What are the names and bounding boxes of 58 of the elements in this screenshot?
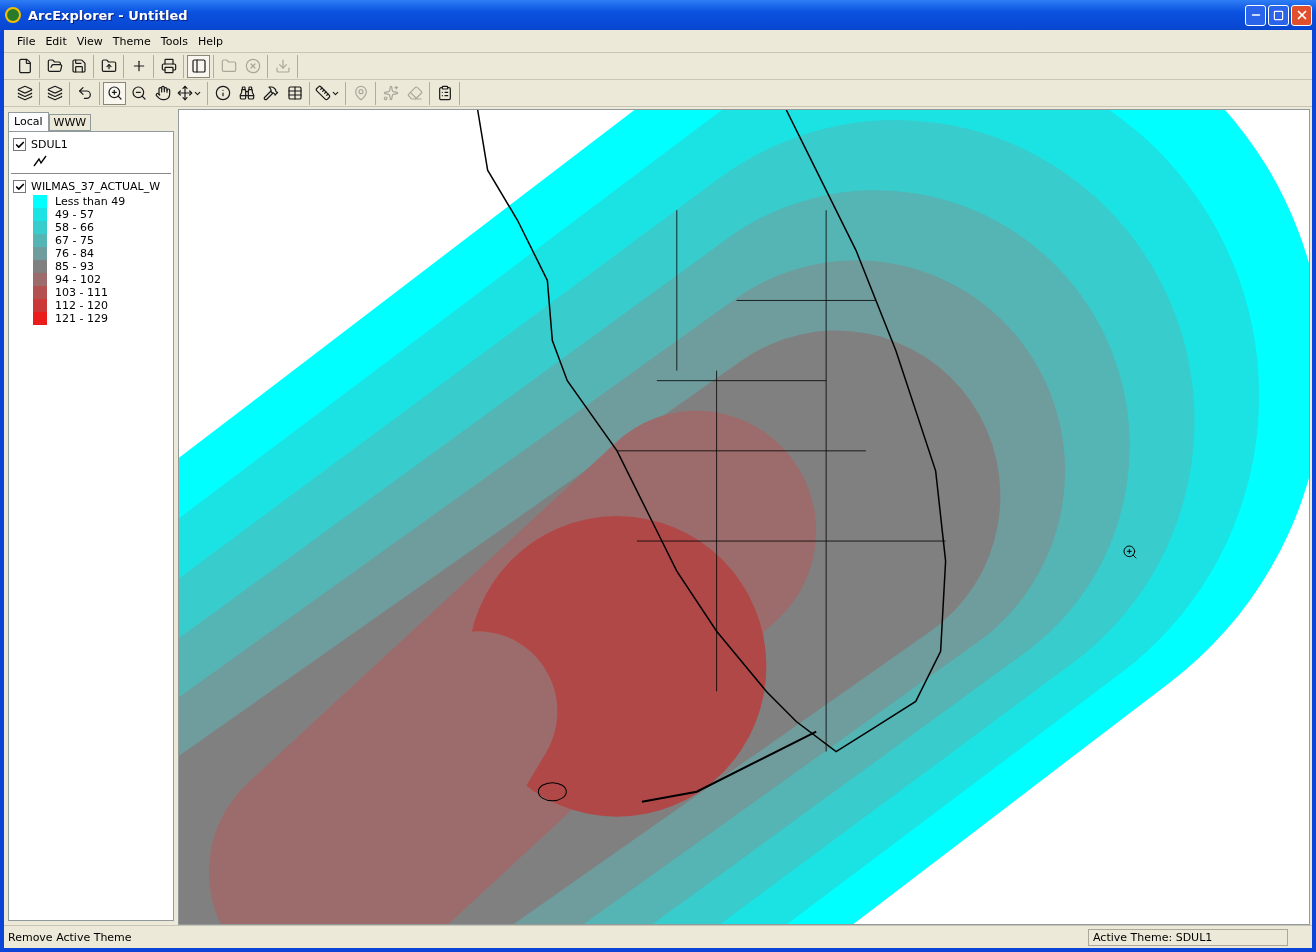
zoom-in-icon [106, 85, 123, 101]
layers-icon [16, 85, 33, 101]
sparkles-icon [382, 85, 399, 101]
folder-up-icon [100, 58, 117, 74]
panel-icon [190, 58, 207, 74]
legend-label: 76 - 84 [55, 247, 94, 260]
globe-icon [4, 6, 22, 24]
minimize-button[interactable] [1245, 4, 1266, 26]
hand-icon [154, 85, 171, 101]
print-icon [160, 58, 177, 74]
menu-item[interactable]: Theme [107, 32, 156, 50]
layers-icon [46, 85, 63, 101]
layer-checkbox[interactable] [13, 138, 26, 151]
menu-item[interactable]: Edit [40, 32, 72, 50]
move-icon [177, 85, 193, 101]
maximize-icon [1273, 9, 1284, 21]
open-folder-icon [46, 58, 63, 74]
line-symbol-icon [33, 155, 47, 167]
zoom-cursor-icon [1122, 544, 1138, 560]
status-message: Remove Active Theme [8, 930, 133, 944]
window-title: ArcExplorer - Untitled [28, 7, 189, 23]
clipboard-icon [436, 85, 453, 101]
legend-label: 121 - 129 [55, 312, 108, 325]
info-icon [214, 85, 231, 101]
layer-checkbox[interactable] [13, 180, 26, 193]
layer-name: WILMAS_37_ACTUAL_W [31, 180, 161, 193]
folder-icon [220, 58, 237, 74]
legend-label: 85 - 93 [55, 260, 94, 273]
zoom-out-icon [130, 85, 147, 101]
menu-item[interactable]: View [71, 32, 108, 50]
maximize-button[interactable] [1268, 4, 1289, 26]
tab[interactable]: WWW [48, 114, 92, 131]
legend-label: 103 - 111 [55, 286, 108, 299]
toolbar-button[interactable] [103, 81, 126, 105]
legend-label: Less than 49 [55, 195, 126, 208]
legend-label: 112 - 120 [55, 299, 108, 312]
download-icon [274, 58, 291, 74]
ruler-icon [315, 85, 331, 101]
binoculars-icon [238, 85, 255, 101]
legend-label: 67 - 75 [55, 234, 94, 247]
close-button[interactable] [1291, 4, 1312, 26]
status-pane: Active Theme: SDUL1 [1088, 928, 1288, 946]
layer-name: SDUL1 [31, 138, 68, 151]
tab[interactable]: Local [8, 112, 49, 131]
menu-item[interactable]: Help [192, 32, 228, 50]
map-pin-icon [352, 85, 369, 101]
new-file-icon [16, 58, 33, 74]
menu-item[interactable]: File [12, 32, 41, 50]
menu-item[interactable]: Tools [155, 32, 193, 50]
table-icon [286, 85, 303, 101]
legend-label: 58 - 66 [55, 221, 94, 234]
hammer-icon [262, 85, 279, 101]
x-circle-icon [244, 58, 261, 74]
eraser-icon [406, 85, 423, 101]
save-icon [70, 58, 87, 74]
undo-icon [76, 85, 93, 101]
legend-label: 49 - 57 [55, 208, 94, 221]
legend-label: 94 - 102 [55, 273, 101, 286]
